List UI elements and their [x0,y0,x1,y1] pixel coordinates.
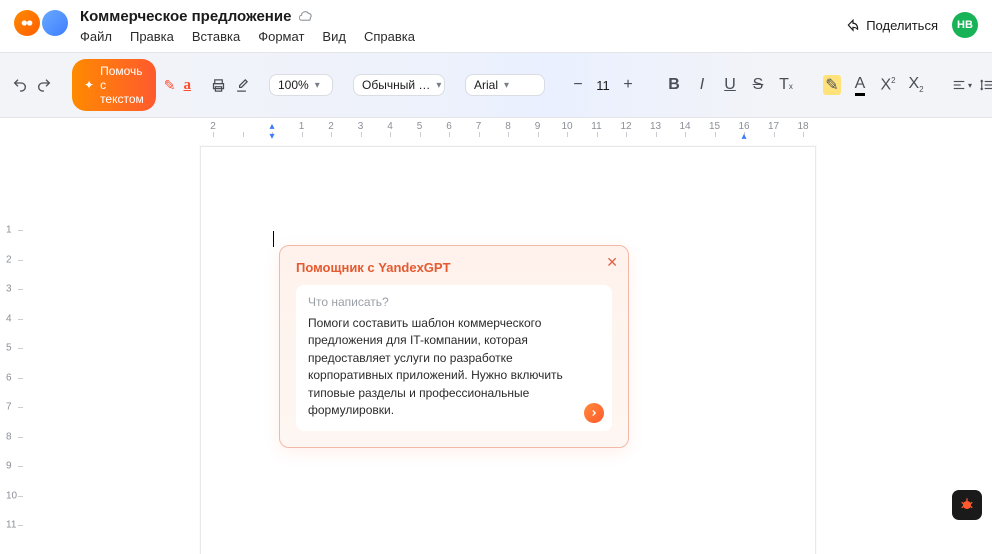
zoom-select[interactable]: 100% ▾ [269,74,333,96]
toolbar: ✦ Помочь с текстом ✎ a 100% ▾ Обычный … … [0,52,992,118]
user-avatar[interactable]: НВ [952,12,978,38]
paragraph-style-value: Обычный … [362,78,430,92]
document-canvas[interactable]: ✕ Помощник с YandexGPT Что написать? Пом… [28,140,992,554]
paint-format-button[interactable] [234,72,249,98]
magic-format-button[interactable]: ✎ [164,72,176,98]
text-cursor [273,231,274,247]
undo-button[interactable] [12,72,28,98]
logo-group [14,8,68,36]
font-family-select[interactable]: Arial ▾ [465,74,545,96]
share-label: Поделиться [866,18,938,33]
bold-button[interactable]: B [661,72,687,98]
text-color-button[interactable]: a [184,72,192,98]
ai-help-button[interactable]: ✦ Помочь с текстом [72,59,156,111]
cloud-sync-icon [299,9,314,24]
paragraph-style-select[interactable]: Обычный … ▾ [353,74,445,96]
share-icon [846,18,860,32]
menu-view[interactable]: Вид [322,29,346,44]
report-bug-button[interactable] [952,490,982,520]
zoom-value: 100% [278,78,309,92]
strikethrough-button[interactable]: S [745,72,771,98]
bug-icon [959,497,975,513]
chevron-down-icon: ▾ [504,80,509,91]
app-logo-icon[interactable] [14,10,40,36]
ai-help-label: Помочь с текстом [100,64,144,106]
ai-prompt-input[interactable]: Что написать? Помоги составить шаблон ко… [296,285,612,431]
menubar: Файл Правка Вставка Формат Вид Справка [80,29,834,44]
service-switcher-icon[interactable] [42,10,68,36]
sparkle-icon: ✦ [84,78,94,92]
redo-button[interactable] [36,72,52,98]
page[interactable]: ✕ Помощник с YandexGPT Что написать? Пом… [200,146,816,554]
ai-prompt-text: Помоги составить шаблон коммерческого пр… [308,315,600,419]
menu-help[interactable]: Справка [364,29,415,44]
chevron-down-icon: ▾ [436,80,441,91]
text-color-icon: a [184,77,192,94]
italic-button[interactable]: I [689,72,715,98]
superscript-button[interactable]: X2 [875,72,901,98]
menu-insert[interactable]: Вставка [192,29,240,44]
highlight-color-button[interactable]: ✎ [819,72,845,98]
font-size-value[interactable]: 11 [595,78,611,93]
underline-button[interactable]: U [717,72,743,98]
chevron-down-icon: ▾ [315,80,320,91]
menu-format[interactable]: Формат [258,29,304,44]
chevron-down-icon: ▾ [968,81,972,90]
workspace: 2123456789101112131415161718▾▴▴ 12345678… [0,118,992,554]
align-left-button[interactable]: ▾ [949,72,975,98]
menu-file[interactable]: Файл [80,29,112,44]
share-button[interactable]: Поделиться [846,18,938,33]
horizontal-ruler[interactable]: 2123456789101112131415161718▾▴▴ [28,118,992,141]
header-right: Поделиться НВ [846,8,978,38]
font-color-button[interactable]: A [847,72,873,98]
vertical-ruler[interactable]: 1234567891011 [0,140,29,554]
magic-wand-icon: ✎ [164,77,176,94]
clear-formatting-button[interactable]: Tx [773,72,799,98]
close-icon[interactable]: ✕ [606,254,618,271]
line-spacing-button[interactable]: ▾ [977,72,992,98]
font-family-value: Arial [474,78,498,92]
font-size-stepper: − 11 + [565,72,641,98]
document-title[interactable]: Коммерческое предложение [80,8,291,25]
ai-prompt-placeholder: Что написать? [308,295,600,309]
print-button[interactable] [211,72,226,98]
app-header: Коммерческое предложение Файл Правка Вст… [0,0,992,44]
chevron-right-icon [589,408,599,418]
ai-send-button[interactable] [584,403,604,423]
highlight-icon: ✎ [823,75,840,95]
font-size-decrease-button[interactable]: − [565,72,591,98]
menu-edit[interactable]: Правка [130,29,174,44]
ai-assistant-popup: ✕ Помощник с YandexGPT Что написать? Пом… [279,245,629,448]
font-size-increase-button[interactable]: + [615,72,641,98]
ai-popup-title: Помощник с YandexGPT [296,260,612,275]
title-block: Коммерческое предложение Файл Правка Вст… [80,8,834,44]
subscript-button[interactable]: X2 [903,72,929,98]
